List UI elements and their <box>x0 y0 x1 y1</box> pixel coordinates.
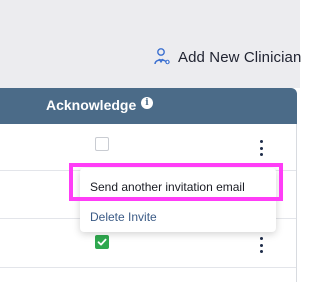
table-header: Acknowledge i <box>0 88 297 124</box>
menu-item-send-invitation[interactable]: Send another invitation email <box>90 180 245 194</box>
table-border <box>296 124 297 282</box>
user-add-icon <box>154 48 170 65</box>
column-header-acknowledge[interactable]: Acknowledge <box>46 97 136 113</box>
top-toolbar: Add New Clinician <box>0 0 301 88</box>
checkmark-icon <box>97 238 107 246</box>
add-new-clinician-button[interactable]: Add New Clinician <box>152 44 301 70</box>
info-icon[interactable]: i <box>141 97 153 109</box>
kebab-menu-icon[interactable] <box>256 237 266 253</box>
acknowledge-checkbox-checked[interactable] <box>95 235 109 249</box>
table-row <box>0 124 296 171</box>
kebab-menu-icon[interactable] <box>256 140 266 156</box>
acknowledge-checkbox[interactable] <box>95 137 109 151</box>
row-actions-menu: Send another invitation email Delete Inv… <box>80 168 276 232</box>
add-new-clinician-label: Add New Clinician <box>178 48 302 66</box>
menu-item-delete-invite[interactable]: Delete Invite <box>90 210 157 224</box>
